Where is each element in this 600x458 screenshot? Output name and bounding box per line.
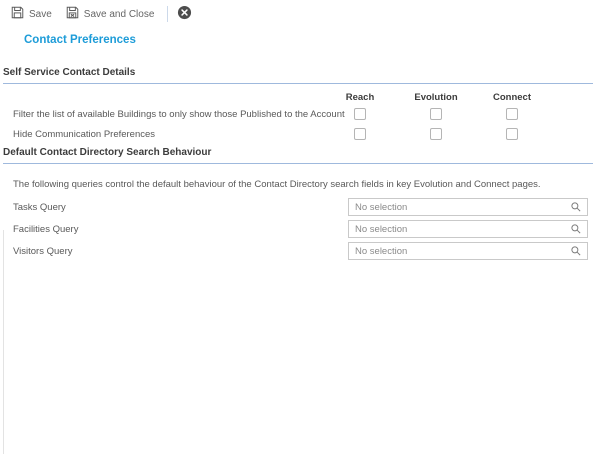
close-button[interactable] <box>177 5 192 23</box>
checkbox-filter-buildings-evolution[interactable] <box>430 108 442 120</box>
checkbox-filter-buildings-reach[interactable] <box>354 108 366 120</box>
checkbox-hide-comm-prefs-reach[interactable] <box>354 128 366 140</box>
tasks-query-lookup-field <box>348 198 588 216</box>
save-button-label: Save <box>29 9 52 20</box>
checkbox-hide-comm-prefs-evolution[interactable] <box>430 128 442 140</box>
checkbox-filter-buildings-connect[interactable] <box>506 108 518 120</box>
close-circle-icon <box>177 5 192 23</box>
section-self-service-contact-details: Self Service Contact Details Reach Evolu… <box>3 67 593 144</box>
checkbox-column-headers: Reach Evolution Connect <box>3 84 593 104</box>
search-behaviour-description: The following queries control the defaul… <box>3 179 593 190</box>
row-label-facilities-query: Facilities Query <box>3 224 348 235</box>
section-header-search-behaviour: Default Contact Directory Search Behavio… <box>3 147 593 164</box>
save-button[interactable]: Save <box>8 5 55 23</box>
column-header-reach: Reach <box>322 92 398 103</box>
row-label-hide-communication-preferences: Hide Communication Preferences <box>3 129 322 140</box>
panel-left-border <box>3 230 4 454</box>
row-label-visitors-query: Visitors Query <box>3 246 348 257</box>
row-label-filter-buildings: Filter the list of available Buildings t… <box>3 109 322 120</box>
save-and-close-floppy-icon <box>66 6 79 22</box>
row-label-tasks-query: Tasks Query <box>3 202 348 213</box>
column-header-evolution: Evolution <box>398 92 474 103</box>
table-row-hide-communication-preferences: Hide Communication Preferences <box>3 124 593 144</box>
visitors-query-input[interactable] <box>349 246 570 257</box>
section-header-self-service: Self Service Contact Details <box>3 67 593 84</box>
page-title: Contact Preferences <box>24 34 600 46</box>
search-icon[interactable] <box>570 201 587 213</box>
search-icon[interactable] <box>570 245 587 257</box>
facilities-query-lookup-field <box>348 220 588 238</box>
table-row-visitors-query: Visitors Query <box>3 242 593 260</box>
content-area: Self Service Contact Details Reach Evolu… <box>0 67 600 260</box>
search-icon[interactable] <box>570 223 587 235</box>
save-and-close-button[interactable]: Save and Close <box>63 5 158 23</box>
checkbox-hide-comm-prefs-connect[interactable] <box>506 128 518 140</box>
save-and-close-button-label: Save and Close <box>84 9 155 20</box>
toolbar-divider <box>167 6 168 22</box>
section-default-search-behaviour: Default Contact Directory Search Behavio… <box>3 147 593 260</box>
table-row-tasks-query: Tasks Query <box>3 198 593 216</box>
toolbar: Save Save and Close <box>0 0 600 26</box>
tasks-query-input[interactable] <box>349 202 570 213</box>
table-row-filter-buildings: Filter the list of available Buildings t… <box>3 104 593 124</box>
table-row-facilities-query: Facilities Query <box>3 220 593 238</box>
save-floppy-icon <box>11 6 24 22</box>
facilities-query-input[interactable] <box>349 224 570 235</box>
visitors-query-lookup-field <box>348 242 588 260</box>
column-header-connect: Connect <box>474 92 550 103</box>
